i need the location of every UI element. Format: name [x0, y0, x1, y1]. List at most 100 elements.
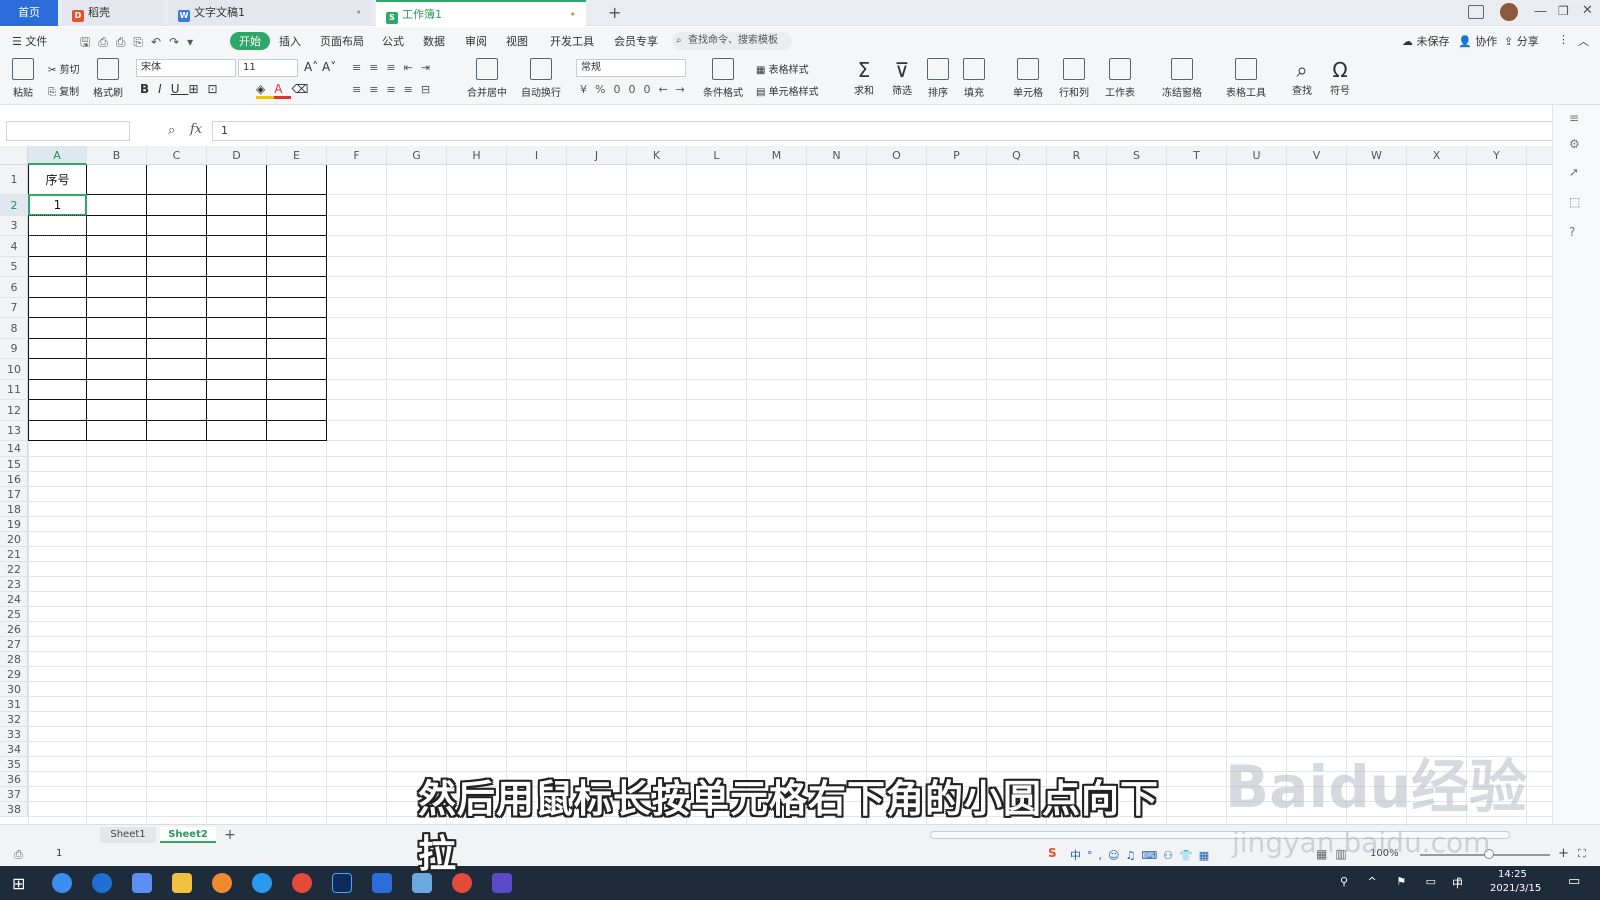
row-header-9[interactable]: 9	[0, 339, 28, 359]
command-search-input[interactable]: ⌕ 查找命令、搜索模板	[672, 32, 792, 50]
app-icon-3[interactable]	[132, 873, 152, 893]
sidebar-cursor-icon[interactable]: ➚	[1569, 165, 1579, 179]
column-header-v[interactable]: V	[1287, 146, 1347, 165]
menu-file[interactable]: ☰ 文件	[12, 33, 47, 49]
tray-ime[interactable]: 中	[1452, 875, 1463, 891]
fx-icon[interactable]: fx	[190, 122, 202, 137]
add-sheet-button[interactable]: +	[222, 827, 238, 843]
number-format-icons[interactable]: ¥%000←→	[580, 83, 693, 96]
filter-button[interactable]: ⊽ 筛选	[886, 58, 918, 97]
cell-button[interactable]: 单元格	[1008, 58, 1048, 99]
row-header-26[interactable]: 26	[0, 622, 28, 637]
row-header-13[interactable]: 13	[0, 421, 28, 441]
row-header-38[interactable]: 38	[0, 802, 28, 817]
menu-view[interactable]: 视图	[506, 33, 528, 49]
column-header-o[interactable]: O	[867, 146, 927, 165]
row-header-2[interactable]: 2	[0, 195, 28, 216]
chrome-icon[interactable]	[292, 873, 312, 893]
tab-workbook[interactable]: S 工作簿1 •	[376, 0, 586, 26]
row-header-4[interactable]: 4	[0, 236, 28, 257]
row-header-19[interactable]: 19	[0, 517, 28, 532]
menu-formula[interactable]: 公式	[382, 33, 404, 49]
align-top-icons[interactable]: ≡≡≡⇤⇥	[352, 61, 438, 74]
row-header-10[interactable]: 10	[0, 359, 28, 380]
column-header-d[interactable]: D	[207, 146, 267, 165]
sidebar-menu-icon[interactable]: ≡	[1569, 111, 1579, 125]
row-col-button[interactable]: 行和列	[1054, 58, 1094, 99]
fill-button[interactable]: 填充	[958, 58, 990, 99]
column-header-m[interactable]: M	[747, 146, 807, 165]
row-header-11[interactable]: 11	[0, 380, 28, 400]
row-header-6[interactable]: 6	[0, 277, 28, 298]
app-icon-6[interactable]	[252, 873, 272, 893]
row-header-33[interactable]: 33	[0, 727, 28, 742]
unsaved-status[interactable]: ☁ 未保存	[1402, 33, 1450, 49]
column-header-q[interactable]: Q	[987, 146, 1047, 165]
avatar[interactable]	[1500, 3, 1518, 21]
row-header-32[interactable]: 32	[0, 712, 28, 727]
share-button[interactable]: ⇪ 分享	[1504, 33, 1539, 49]
fill-color-icons[interactable]: ◈A⌫	[256, 82, 317, 99]
tray-icons[interactable]: ⚲ ^ ⚑ ▭ ♪	[1340, 875, 1471, 888]
paste-button[interactable]: 粘贴	[10, 58, 36, 99]
row-header-20[interactable]: 20	[0, 532, 28, 547]
font-size-select[interactable]: 11	[238, 59, 298, 77]
file-explorer-icon[interactable]	[172, 873, 192, 893]
column-header-h[interactable]: H	[447, 146, 507, 165]
format-painter-button[interactable]: 格式刷	[92, 58, 124, 99]
column-header-j[interactable]: J	[567, 146, 627, 165]
row-header-14[interactable]: 14	[0, 441, 28, 457]
tab-daoke[interactable]: D 稻壳	[62, 0, 164, 26]
name-box[interactable]	[6, 121, 130, 141]
menu-home[interactable]: 开始	[230, 32, 270, 50]
tab-home[interactable]: 首页	[0, 0, 58, 26]
copy-button[interactable]: ⎘ 复制	[48, 83, 79, 98]
select-all-corner[interactable]	[0, 146, 28, 165]
cell-style-button[interactable]: ▤ 单元格样式	[756, 83, 819, 98]
row-header-28[interactable]: 28	[0, 652, 28, 667]
column-header-g[interactable]: G	[387, 146, 447, 165]
row-header-15[interactable]: 15	[0, 457, 28, 472]
menu-data[interactable]: 数据	[423, 33, 445, 49]
formula-input[interactable]: 1	[212, 121, 1562, 141]
photoshop-icon[interactable]	[332, 873, 352, 893]
column-header-x[interactable]: X	[1407, 146, 1467, 165]
tab-document[interactable]: W 文字文稿1 •	[168, 0, 372, 26]
sheet-tab-1[interactable]: Sheet1	[100, 827, 156, 843]
sidebar-select-icon[interactable]: ⬚	[1569, 195, 1580, 209]
menu-page-layout[interactable]: 页面布局	[320, 33, 364, 49]
number-format-select[interactable]: 常规	[576, 59, 686, 77]
conditional-format-button[interactable]: 条件格式	[698, 58, 748, 99]
row-header-5[interactable]: 5	[0, 257, 28, 277]
menu-developer[interactable]: 开发工具	[550, 33, 594, 49]
sidebar-help-icon[interactable]: ?	[1569, 225, 1575, 239]
cell-area[interactable]: 序号 1	[28, 165, 1552, 824]
row-header-24[interactable]: 24	[0, 592, 28, 607]
cell-a1[interactable]: 序号	[28, 165, 87, 195]
merge-center-button[interactable]: 合并居中	[462, 58, 512, 99]
close-icon[interactable]: ✕	[1582, 3, 1593, 18]
row-header-7[interactable]: 7	[0, 298, 28, 318]
zoom-in-icon[interactable]: +	[1558, 846, 1569, 861]
table-style-button[interactable]: ▦ 表格样式	[756, 61, 809, 76]
collaborate-button[interactable]: 👤 协作	[1458, 33, 1497, 49]
fullscreen-icon[interactable]: ⛶	[1578, 847, 1586, 861]
row-header-29[interactable]: 29	[0, 667, 28, 682]
notification-icon[interactable]: ▭	[1568, 874, 1580, 889]
column-header-c[interactable]: C	[147, 146, 207, 165]
row-header-30[interactable]: 30	[0, 682, 28, 697]
table-tools-button[interactable]: 表格工具	[1222, 58, 1270, 99]
column-header-e[interactable]: E	[267, 146, 327, 165]
wrap-text-button[interactable]: 自动换行	[518, 58, 564, 99]
row-header-31[interactable]: 31	[0, 697, 28, 712]
status-macro-icon[interactable]: ⎙	[14, 848, 23, 862]
app-icon-5[interactable]	[212, 873, 232, 893]
column-header-r[interactable]: R	[1047, 146, 1107, 165]
column-header-u[interactable]: U	[1227, 146, 1287, 165]
font-grow-shrink-icons[interactable]: A˄ A˅	[304, 60, 336, 74]
windows-start-icon[interactable]: ⊞	[12, 874, 25, 893]
column-header-b[interactable]: B	[87, 146, 147, 165]
column-header-p[interactable]: P	[927, 146, 987, 165]
align-horizontal-icons[interactable]: ≡≡≡≡⊟	[352, 83, 438, 96]
column-header-a[interactable]: A	[28, 146, 87, 165]
